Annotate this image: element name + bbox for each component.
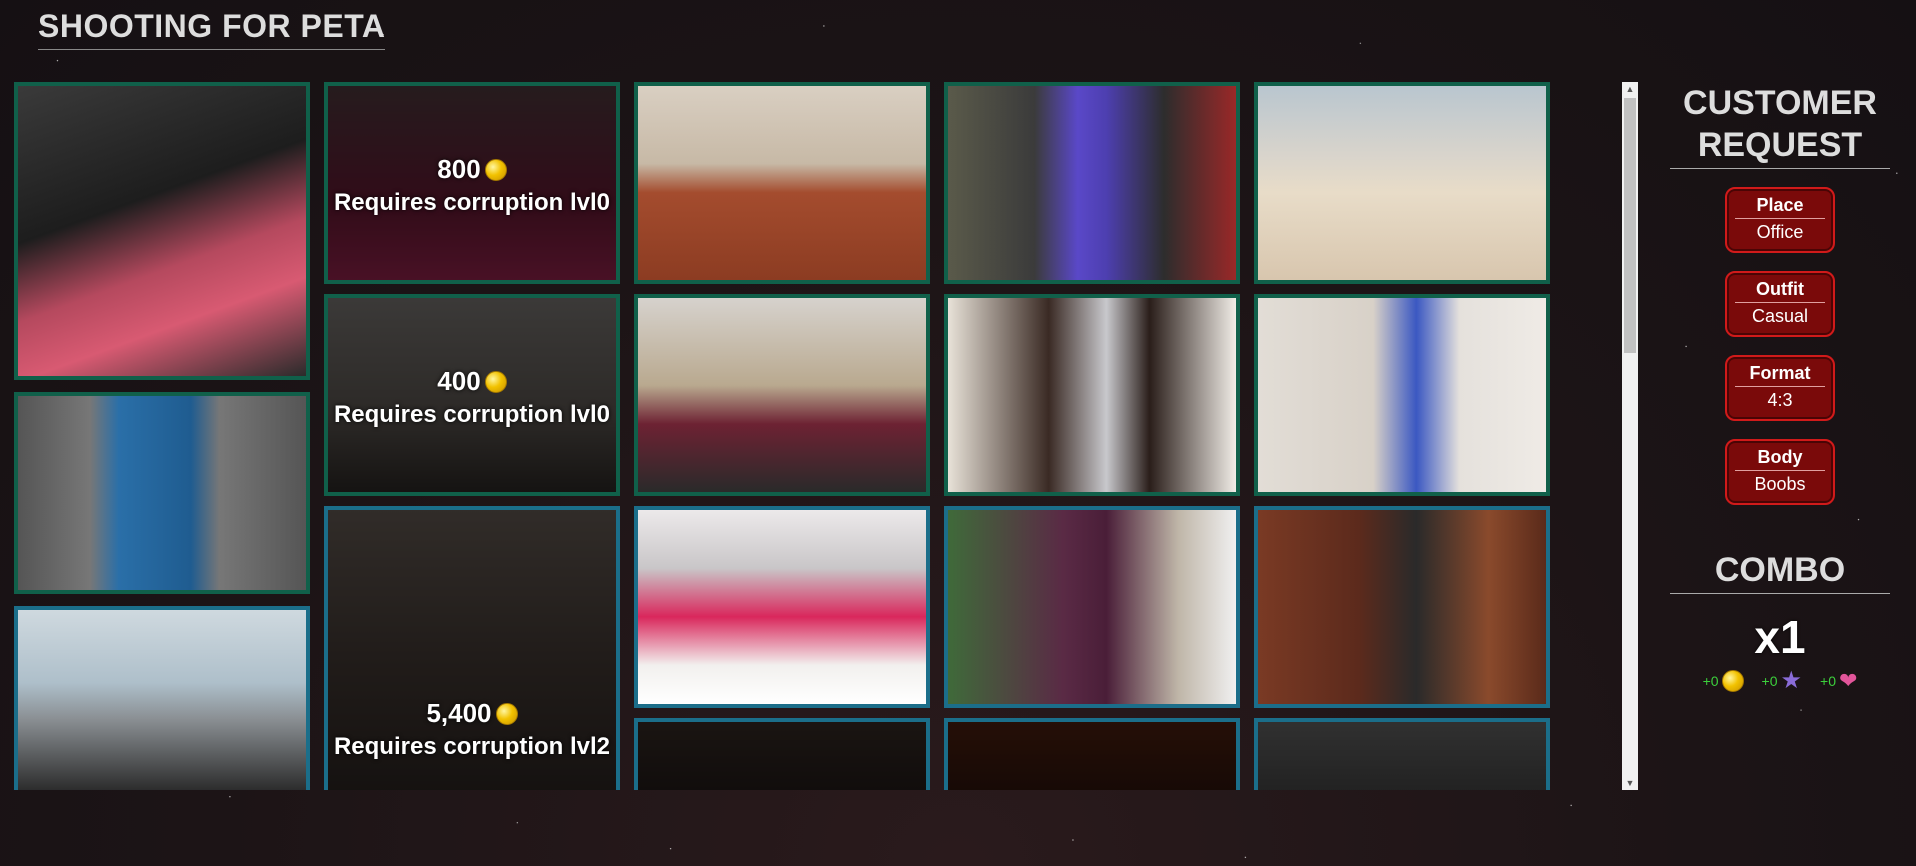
combo-title: COMBO [1670, 549, 1890, 594]
scroll-down-arrow-icon[interactable]: ▼ [1622, 776, 1638, 790]
photo-tile-bedroom[interactable] [634, 294, 930, 496]
photo-image [18, 610, 306, 790]
photo-image [1258, 298, 1546, 492]
request-outfit: Outfit Casual [1725, 271, 1835, 337]
locked-photo-tile[interactable] [944, 718, 1240, 790]
bonus-coins: +0 [1703, 670, 1744, 692]
photo-tile-beach[interactable] [1254, 82, 1550, 284]
request-label: Outfit [1735, 273, 1825, 303]
photo-tile-couch[interactable] [944, 82, 1240, 284]
requirement-label: Requires corruption lvl2 [333, 733, 611, 760]
gallery-scrollbar[interactable]: ▲ ▼ [1622, 82, 1638, 790]
photo-tile-dining[interactable] [1254, 294, 1550, 496]
unlock-info: 400 Requires corruption lvl0 [328, 366, 616, 429]
scroll-up-arrow-icon[interactable]: ▲ [1622, 82, 1638, 96]
heart-icon: ❤ [1838, 668, 1858, 693]
request-value: Office [1756, 222, 1804, 242]
photo-tile-office[interactable] [634, 82, 930, 284]
customer-request-panel: CUSTOMER REQUEST Place Office Outfit Cas… [1670, 82, 1890, 694]
photo-tile-robe[interactable] [944, 506, 1240, 708]
locked-photo-tile[interactable]: 400 Requires corruption lvl0 [324, 294, 620, 496]
requirement-label: Requires corruption lvl0 [333, 189, 611, 216]
scrollbar-thumb[interactable] [1624, 98, 1636, 353]
request-place: Place Office [1725, 187, 1835, 253]
photo-image [638, 510, 926, 704]
coin-icon [1721, 670, 1744, 692]
customer-request-title: CUSTOMER REQUEST [1670, 82, 1890, 169]
page-title: SHOOTING FOR PETA [38, 8, 386, 50]
photo-image [638, 86, 926, 280]
combo-bonuses: +0 +0 ★ +0 ❤ [1670, 667, 1890, 694]
photo-image [948, 298, 1236, 492]
photo-image [18, 396, 306, 590]
request-label: Format [1735, 357, 1825, 387]
photo-tile-kitchen[interactable] [1254, 506, 1550, 708]
requirement-label: Requires corruption lvl0 [333, 401, 611, 428]
request-label: Body [1735, 441, 1825, 471]
locked-photo-tile[interactable]: 800 Requires corruption lvl0 [324, 82, 620, 284]
photo-tile-window[interactable] [14, 606, 310, 790]
unlock-info: 800 Requires corruption lvl0 [328, 154, 616, 217]
request-value: Boobs [1754, 474, 1806, 494]
request-format: Format 4:3 [1725, 355, 1835, 421]
price-label: 800 [437, 154, 481, 184]
photo-image [1258, 86, 1546, 280]
photo-image [948, 86, 1236, 280]
unlock-info: 5,400 Requires corruption lvl2 [328, 698, 616, 761]
photo-image [948, 510, 1236, 704]
photo-image [638, 722, 926, 790]
bonus-amount: +0 [1702, 673, 1719, 689]
photo-image [638, 298, 926, 492]
coin-icon [495, 702, 518, 725]
bonus-amount: +0 [1761, 673, 1778, 689]
request-value: Casual [1751, 306, 1809, 326]
locked-photo-tile[interactable] [634, 718, 930, 790]
photo-tile-car[interactable] [14, 82, 310, 380]
photo-tile-headphones[interactable] [944, 294, 1240, 496]
photo-gallery[interactable]: 800 Requires corruption lvl0 400 Require… [14, 82, 1554, 790]
coin-icon [484, 370, 507, 393]
locked-photo-tile[interactable]: 5,400 Requires corruption lvl2 [324, 506, 620, 790]
request-body: Body Boobs [1725, 439, 1835, 505]
price-label: 5,400 [426, 698, 492, 728]
photo-image [1258, 722, 1546, 790]
locked-photo-tile[interactable] [1254, 718, 1550, 790]
bonus-stars: +0 ★ [1761, 667, 1803, 694]
photo-image [948, 722, 1236, 790]
bonus-amount: +0 [1820, 673, 1836, 689]
price-label: 400 [437, 366, 481, 396]
photo-image [1258, 510, 1546, 704]
request-value: 4:3 [1767, 390, 1793, 410]
coin-icon [484, 158, 507, 181]
photo-tile-bed[interactable] [634, 506, 930, 708]
star-icon: ★ [1780, 667, 1803, 694]
combo-multiplier: x1 [1754, 611, 1806, 663]
photo-image [18, 86, 306, 376]
photo-tile-costume[interactable] [14, 392, 310, 594]
bonus-hearts: +0 ❤ [1820, 668, 1858, 693]
request-label: Place [1735, 189, 1825, 219]
